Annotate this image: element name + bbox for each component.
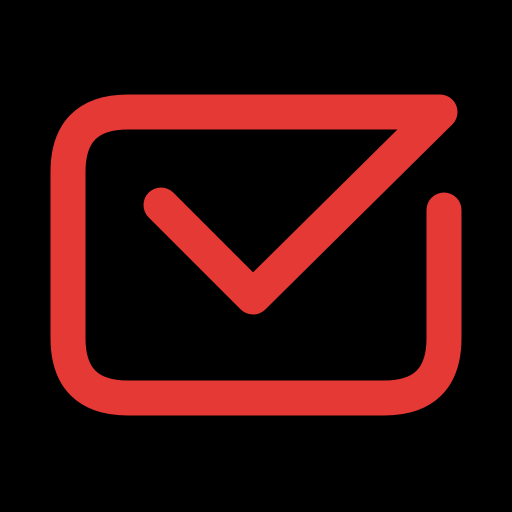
mail-check-icon-container	[0, 0, 512, 512]
mail-check-outline	[50, 94, 462, 416]
mail-check-icon	[50, 94, 462, 416]
icon-canvas	[0, 0, 512, 512]
